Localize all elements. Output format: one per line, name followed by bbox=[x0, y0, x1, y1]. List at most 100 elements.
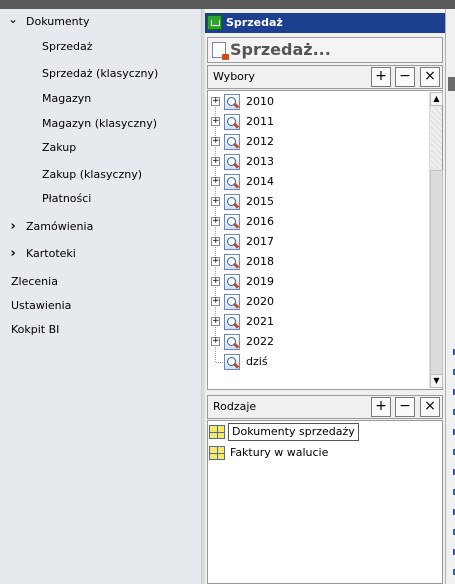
nav-item[interactable]: Zakup (klasyczny) bbox=[0, 165, 201, 185]
tree-node-label: 2018 bbox=[246, 255, 274, 268]
rodzaje-remove-button[interactable]: − bbox=[395, 397, 415, 417]
tree-node-label: 2015 bbox=[246, 195, 274, 208]
tree-node[interactable]: +2010 bbox=[208, 92, 429, 112]
scroll-down-arrow-icon[interactable]: ▼ bbox=[430, 374, 443, 388]
tree-node[interactable]: dziś bbox=[208, 352, 429, 372]
query-filter-icon bbox=[224, 174, 240, 190]
nav-item[interactable]: › Kartoteki bbox=[0, 244, 201, 264]
tree-node-label: 2010 bbox=[246, 95, 274, 108]
expand-plus-icon[interactable]: + bbox=[211, 237, 220, 246]
wybory-close-button[interactable]: × bbox=[420, 67, 440, 87]
expand-plus-icon[interactable]: + bbox=[211, 177, 220, 186]
expand-plus-icon[interactable]: + bbox=[211, 277, 220, 286]
tree-node-label: 2016 bbox=[246, 215, 274, 228]
nav-item[interactable]: › Zamówienia bbox=[0, 217, 201, 237]
query-filter-icon bbox=[224, 314, 240, 330]
rodzaje-list-item[interactable]: Dokumenty sprzedaży bbox=[208, 422, 442, 442]
tree-node-label: 2019 bbox=[246, 275, 274, 288]
query-filter-icon bbox=[224, 194, 240, 210]
rodzaje-label: Rodzaje bbox=[213, 400, 257, 413]
query-filter-icon bbox=[224, 94, 240, 110]
tree-node[interactable]: +2011 bbox=[208, 112, 429, 132]
nav-item-label: Zlecenia bbox=[11, 275, 58, 288]
expand-plus-icon[interactable]: + bbox=[211, 257, 220, 266]
expand-plus-icon[interactable]: + bbox=[211, 197, 220, 206]
query-filter-icon bbox=[224, 354, 240, 370]
tree-node[interactable]: +2021 bbox=[208, 312, 429, 332]
basket-icon bbox=[207, 15, 222, 30]
query-filter-icon bbox=[224, 234, 240, 250]
adjacent-window-edge bbox=[445, 9, 455, 584]
nav-item-label: Zamówienia bbox=[26, 220, 94, 233]
nav-item[interactable]: Magazyn (klasyczny) bbox=[0, 114, 201, 134]
rodzaje-add-button[interactable]: + bbox=[371, 397, 391, 417]
tree-node-label: 2022 bbox=[246, 335, 274, 348]
expand-plus-icon[interactable]: + bbox=[211, 297, 220, 306]
expand-plus-icon[interactable]: + bbox=[211, 137, 220, 146]
grid-table-icon bbox=[209, 446, 225, 460]
view-header-title: Sprzedaż... bbox=[230, 40, 331, 59]
wybory-label: Wybory bbox=[213, 70, 255, 83]
expand-plus-icon[interactable]: + bbox=[211, 97, 220, 106]
document-icon bbox=[212, 42, 229, 60]
rodzaje-close-button[interactable]: × bbox=[420, 397, 440, 417]
tree-node-label: 2021 bbox=[246, 315, 274, 328]
left-navigation: ⌄ Dokumenty Sprzedaż Sprzedaż (klasyczny) Ma… bbox=[0, 9, 201, 584]
expand-plus-icon[interactable]: + bbox=[211, 217, 220, 226]
grid-table-icon bbox=[209, 425, 225, 439]
query-filter-icon bbox=[224, 134, 240, 150]
tree-node[interactable]: +2014 bbox=[208, 172, 429, 192]
wybory-remove-button[interactable]: − bbox=[395, 67, 415, 87]
nav-item-label: Magazyn (klasyczny) bbox=[42, 117, 158, 130]
tree-node-label: 2017 bbox=[246, 235, 274, 248]
adjacent-toolbar-block bbox=[448, 77, 455, 91]
nav-item[interactable]: Zakup bbox=[0, 138, 201, 158]
rodzaje-list-item[interactable]: Faktury w walucie bbox=[208, 443, 442, 463]
tree-node[interactable]: +2019 bbox=[208, 272, 429, 292]
tree-node[interactable]: +2015 bbox=[208, 192, 429, 212]
expand-plus-icon[interactable]: + bbox=[211, 117, 220, 126]
nav-item-label: Sprzedaż bbox=[42, 40, 93, 53]
rodzaje-header: Rodzaje + − × bbox=[207, 395, 443, 419]
view-header: Sprzedaż... bbox=[207, 37, 443, 63]
tree-node-label: 2011 bbox=[246, 115, 274, 128]
chevron-right-icon[interactable]: › bbox=[8, 244, 18, 264]
nav-item[interactable]: Sprzedaż bbox=[0, 37, 201, 57]
wybory-add-button[interactable]: + bbox=[371, 67, 391, 87]
nav-item-label: Sprzedaż (klasyczny) bbox=[42, 67, 159, 80]
wybory-scrollbar[interactable]: ▲ ▼ bbox=[429, 92, 443, 388]
tree-node[interactable]: +2018 bbox=[208, 252, 429, 272]
top-strip bbox=[0, 0, 455, 9]
nav-item-label: Zakup (klasyczny) bbox=[42, 168, 143, 181]
tree-node[interactable]: +2017 bbox=[208, 232, 429, 252]
scroll-up-arrow-icon[interactable]: ▲ bbox=[430, 92, 443, 106]
nav-item-label: Dokumenty bbox=[26, 15, 90, 28]
chevron-right-icon[interactable]: › bbox=[8, 217, 18, 237]
scroll-track[interactable] bbox=[431, 108, 442, 168]
expand-plus-icon[interactable]: + bbox=[211, 317, 220, 326]
tree-node[interactable]: +2016 bbox=[208, 212, 429, 232]
tree-node[interactable]: +2013 bbox=[208, 152, 429, 172]
tree-node-label: 2013 bbox=[246, 155, 274, 168]
nav-item[interactable]: Zlecenia bbox=[0, 272, 201, 292]
nav-item[interactable]: Magazyn bbox=[0, 89, 201, 109]
query-filter-icon bbox=[224, 214, 240, 230]
rodzaje-item-label: Faktury w walucie bbox=[230, 446, 329, 459]
query-filter-icon bbox=[224, 114, 240, 130]
tree-node[interactable]: +2022 bbox=[208, 332, 429, 352]
expand-plus-icon[interactable]: + bbox=[211, 337, 220, 346]
nav-item[interactable]: Ustawienia bbox=[0, 296, 201, 316]
nav-item[interactable]: Płatności bbox=[0, 189, 201, 209]
tree-node[interactable]: +2012 bbox=[208, 132, 429, 152]
nav-item[interactable]: Kokpit BI bbox=[0, 320, 201, 340]
tree-node-label: 2020 bbox=[246, 295, 274, 308]
scroll-thumb[interactable] bbox=[430, 170, 443, 380]
nav-item[interactable]: Sprzedaż (klasyczny) bbox=[0, 64, 201, 84]
tree-node[interactable]: +2020 bbox=[208, 292, 429, 312]
tree-node-label: 2012 bbox=[246, 135, 274, 148]
chevron-down-icon[interactable]: ⌄ bbox=[8, 9, 18, 29]
nav-item-label: Zakup bbox=[42, 141, 77, 154]
expand-plus-icon[interactable]: + bbox=[211, 157, 220, 166]
nav-item-label: Płatności bbox=[42, 192, 92, 205]
nav-item[interactable]: ⌄ Dokumenty bbox=[0, 12, 201, 32]
